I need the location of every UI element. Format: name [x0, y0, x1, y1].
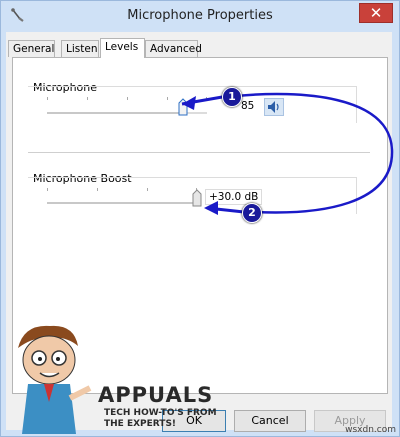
mute-toggle-button[interactable] [264, 98, 284, 116]
microphone-slider-thumb[interactable] [178, 98, 188, 116]
boost-slider-track[interactable] [47, 202, 197, 204]
tab-levels[interactable]: Levels [100, 38, 145, 58]
watermark-tagline-2: THE EXPERTS! [104, 419, 177, 429]
microphone-slider-fill [47, 112, 183, 114]
callout-badge-1: 1 [222, 87, 242, 107]
title-bar[interactable]: Microphone Properties ✕ [1, 1, 399, 31]
boost-slider-fill [47, 202, 197, 204]
watermark-tagline-1: TECH HOW-TO'S FROM [104, 408, 217, 418]
tab-listen[interactable]: Listen [61, 40, 99, 57]
callout-badge-2: 2 [242, 203, 262, 223]
tab-advanced[interactable]: Advanced [145, 40, 202, 57]
appuals-mascot-logo [18, 325, 92, 434]
microphone-level-value: 85 [241, 100, 255, 112]
window-title: Microphone Properties [127, 8, 273, 23]
watermark-brand: APPUALS [98, 383, 214, 407]
boost-slider-ticks [47, 188, 197, 202]
tab-general[interactable]: General [8, 40, 55, 57]
group-separator [28, 152, 370, 153]
boost-slider-thumb[interactable] [192, 189, 202, 207]
speaker-icon [268, 101, 279, 113]
close-button[interactable]: ✕ [359, 3, 393, 23]
watermark-tagline: TECH HOW-TO'S FROM THE EXPERTS! [104, 408, 217, 430]
site-watermark: wsxdn.com [345, 425, 396, 435]
cancel-button[interactable]: Cancel [234, 410, 306, 432]
